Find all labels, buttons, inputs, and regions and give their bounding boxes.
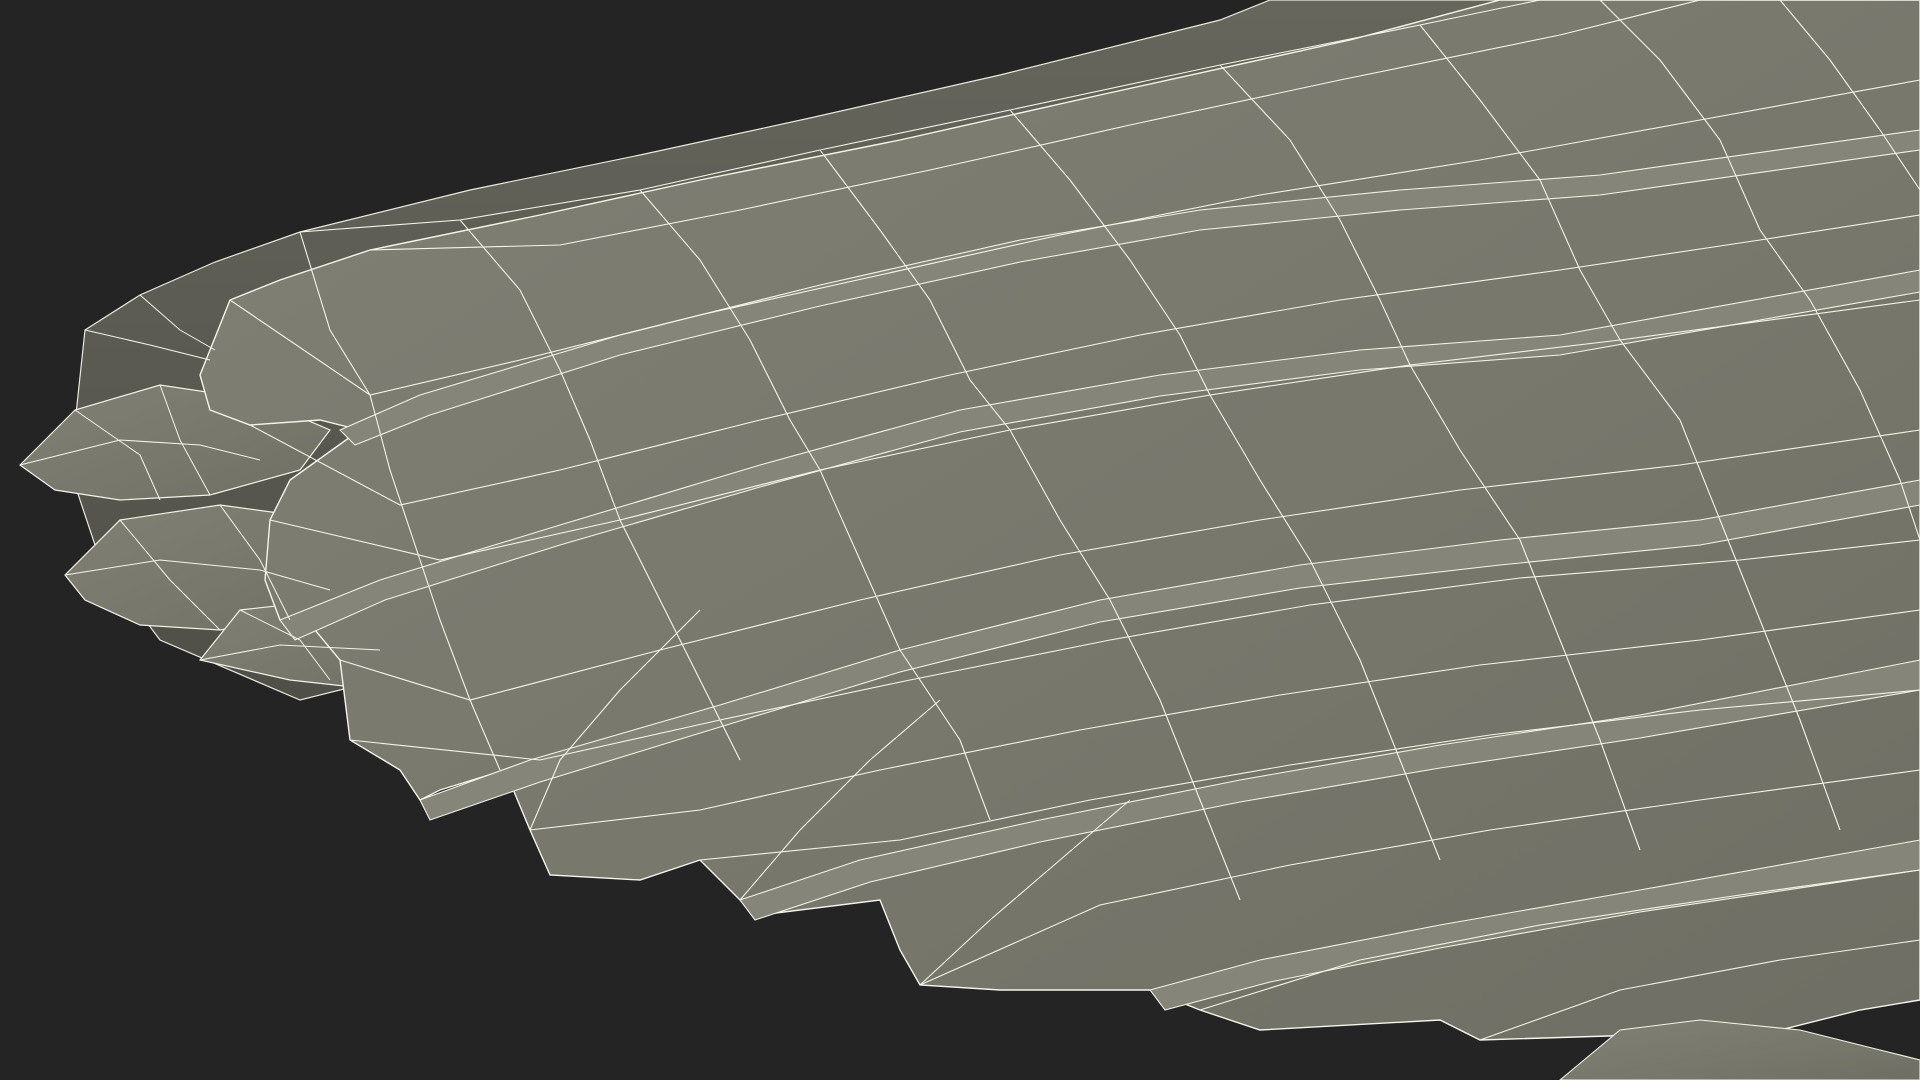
wing-model (19, 0, 1920, 1080)
render-viewport (0, 0, 1920, 1080)
